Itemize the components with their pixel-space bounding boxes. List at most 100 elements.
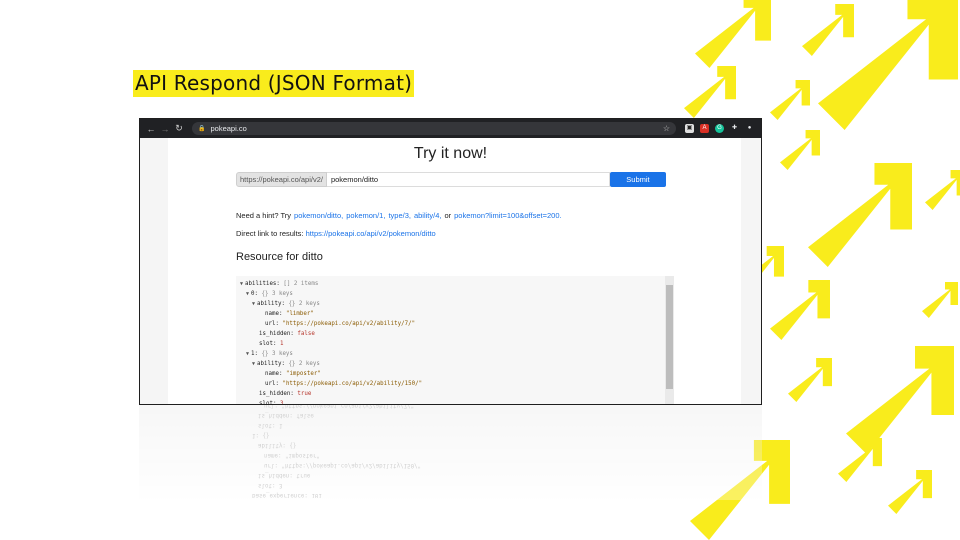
hint-or: or [444, 211, 452, 220]
json-key: url: [265, 381, 283, 387]
json-meta: 2 keys [295, 301, 320, 307]
browser-toolbar: ← → ↻ 🔒 pokeapi.co ☆ ▣ A G ✚ ● [140, 119, 761, 138]
scrollbar[interactable] [665, 276, 674, 404]
reflection-lines: base_experience: 101 slot: 3 is_hidden: tr… [235, 405, 673, 500]
reload-icon[interactable]: ↻ [172, 123, 186, 134]
bookmark-star-icon[interactable]: ☆ [663, 124, 670, 133]
back-arrow-icon[interactable]: ← [144, 124, 158, 134]
json-key: name: [265, 371, 286, 377]
address-text: pokeapi.co [210, 124, 247, 133]
json-line: url: "https://pokeapi.co/api/v2/ability/… [240, 379, 674, 389]
hint-link-ditto[interactable]: pokemon/ditto, [294, 211, 343, 220]
json-line: is_hidden: true [240, 389, 674, 399]
hint-line: Need a hint? Try pokemon/ditto, pokemon/1,… [236, 211, 562, 220]
json-value: 1 [279, 341, 284, 347]
pokeapi-page: Try it now! https://pokeapi.co/api/v2/ S… [140, 138, 761, 404]
yellow-arrow-shape [888, 470, 932, 514]
extension-icon[interactable]: ▣ [685, 124, 694, 133]
reflection-line: url: "https://pokeapi.co/api/v2/ability/… [264, 462, 422, 468]
yellow-arrow-shape [770, 80, 810, 120]
yellow-arrow-shape [802, 4, 854, 56]
collapse-toggle-icon[interactable]: ▼ [246, 291, 249, 297]
json-key: 0: [251, 291, 262, 297]
json-key: ability: [257, 301, 289, 307]
hint-link-pokemon-1[interactable]: pokemon/1, [346, 211, 385, 220]
yellow-arrow-shape [770, 280, 830, 340]
json-meta: 2 items [290, 281, 319, 287]
hint-link-ability-4[interactable]: ability/4, [414, 211, 442, 220]
reflection-line: ability: {} [258, 442, 297, 448]
json-lines: ▼ abilities: [] 2 items ▼ 0: {} 3 keys ▼ abil… [236, 276, 674, 404]
json-line: name: "imposter" [240, 369, 674, 379]
profile-icon[interactable]: ● [745, 124, 754, 133]
yellow-arrow-shape [808, 163, 912, 267]
json-line[interactable]: ▼ abilities: [] 2 items [240, 279, 674, 289]
json-key: abilities: [245, 281, 284, 287]
direct-link-line: Direct link to results: https://pokeapi.… [236, 229, 436, 238]
json-line[interactable]: ▼ 0: {} 3 keys [240, 289, 674, 299]
direct-label: Direct link to results: [236, 229, 304, 238]
url-prefix: https://pokeapi.co/api/v2/ [236, 172, 327, 187]
json-line[interactable]: ▼ ability: {} 2 keys [240, 359, 674, 369]
forward-arrow-icon[interactable]: → [158, 124, 172, 134]
puzzle-icon[interactable]: ✚ [730, 124, 739, 133]
json-key: ability: [257, 361, 289, 367]
json-value: "https://pokeapi.co/api/v2/ability/7/" [282, 321, 416, 327]
browser-screenshot: ← → ↻ 🔒 pokeapi.co ☆ ▣ A G ✚ ● Try it no… [139, 118, 762, 405]
resource-heading: Resource for ditto [236, 251, 323, 263]
json-value: "limber" [285, 311, 314, 317]
hint-prefix: Need a hint? Try [236, 211, 292, 220]
json-value: true [297, 391, 312, 397]
url-form: https://pokeapi.co/api/v2/ Submit [236, 172, 666, 187]
json-line[interactable]: ▼ 1: {} 3 keys [240, 349, 674, 359]
json-viewer[interactable]: ▼ abilities: [] 2 items ▼ 0: {} 3 keys ▼ abil… [236, 276, 674, 404]
json-line: is_hidden: false [240, 329, 674, 339]
yellow-arrow-shape [788, 358, 832, 402]
json-value: "https://pokeapi.co/api/v2/ability/150/" [282, 381, 423, 387]
address-bar[interactable]: 🔒 pokeapi.co ☆ [192, 122, 676, 135]
json-key: is_hidden: [259, 331, 298, 337]
pdf-icon[interactable]: A [700, 124, 709, 133]
reflection-line: is_hidden: true [258, 472, 311, 478]
json-meta: 2 keys [295, 361, 320, 367]
lock-icon: 🔒 [198, 126, 206, 132]
collapse-toggle-icon[interactable]: ▼ [240, 281, 243, 287]
json-key: is_hidden: [259, 391, 298, 397]
page-left-gutter [140, 138, 168, 404]
json-line[interactable]: ▼ ability: {} 2 keys [240, 299, 674, 309]
reflection-line: url: "https://pokeapi.co/api/v2/ability/… [264, 405, 415, 408]
collapse-toggle-icon[interactable]: ▼ [252, 301, 255, 307]
reflection-line: 1: {} [252, 432, 270, 438]
json-line: url: "https://pokeapi.co/api/v2/ability/… [240, 319, 674, 329]
json-value: false [297, 331, 315, 337]
json-key: 1: [251, 351, 262, 357]
collapse-toggle-icon[interactable]: ▼ [252, 361, 255, 367]
yellow-arrow-shape [684, 66, 736, 118]
reflection-line: name: "imposter" [264, 452, 320, 458]
hint-link-limit[interactable]: pokemon?limit=100&offset=200. [454, 211, 561, 220]
scrollbar-thumb[interactable] [666, 285, 673, 389]
yellow-arrow-shape [695, 0, 771, 68]
page-right-gutter [741, 138, 761, 404]
json-line: name: "limber" [240, 309, 674, 319]
screenshot-reflection: base_experience: 101 slot: 3 is_hidden: tr… [139, 405, 762, 500]
direct-link[interactable]: https://pokeapi.co/api/v2/pokemon/ditto [306, 229, 436, 238]
yellow-arrow-shape [922, 282, 958, 318]
yellow-arrow-shape [925, 170, 960, 210]
yellow-arrow-shape [780, 130, 820, 170]
endpoint-input[interactable] [326, 172, 610, 187]
json-meta: 3 keys [268, 351, 293, 357]
json-key: name: [265, 311, 286, 317]
grammarly-icon[interactable]: G [715, 124, 724, 133]
json-key: url: [265, 321, 283, 327]
reflection-line: is_hidden: false [258, 412, 314, 418]
submit-button[interactable]: Submit [609, 172, 666, 187]
slide-title: API Respond (JSON Format) [133, 70, 415, 97]
reflection-line: slot: 1 [258, 422, 283, 428]
hint-link-type-3[interactable]: type/3, [388, 211, 411, 220]
json-value: "imposter" [285, 371, 321, 377]
yellow-arrow-shape [846, 346, 954, 454]
slide: API Respond (JSON Format) ← → ↻ 🔒 pokeap… [0, 0, 960, 540]
json-meta: 3 keys [268, 291, 293, 297]
collapse-toggle-icon[interactable]: ▼ [246, 351, 249, 357]
